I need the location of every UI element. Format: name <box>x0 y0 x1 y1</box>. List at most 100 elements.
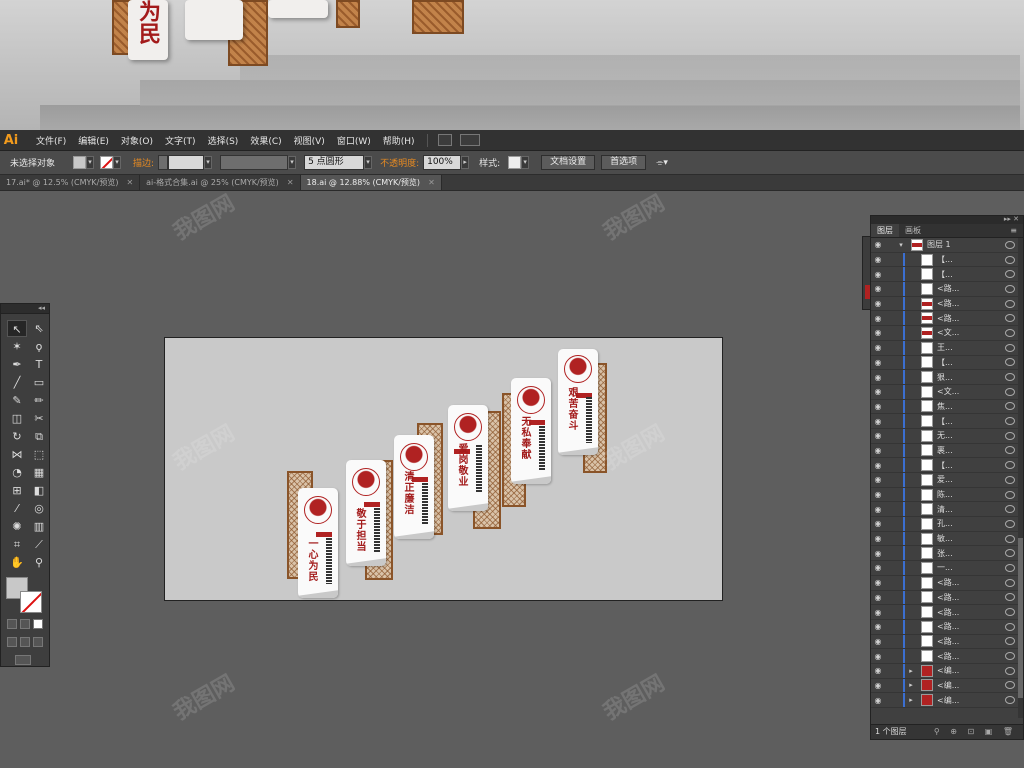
artboard[interactable]: 一心为民 敬于担当 清正廉洁 爱岗敬业 无私奉献 艰苦奋斗 <box>164 337 723 601</box>
expand-arrow-icon[interactable]: ▸ <box>905 667 917 675</box>
document-setup-button[interactable]: 文档设置 <box>541 155 596 170</box>
perspective-grid-tool-icon[interactable]: ▦ <box>29 464 49 481</box>
target-circle-icon[interactable] <box>1005 563 1015 572</box>
panel-collapse-icon[interactable]: ▸▸ ✕ <box>871 216 1023 224</box>
arrange-documents-button[interactable] <box>459 134 480 146</box>
target-circle-icon[interactable] <box>1005 505 1015 514</box>
visibility-eye-icon[interactable]: ◉ <box>871 475 885 484</box>
layer-row[interactable]: ◉ 焦... <box>871 399 1023 415</box>
visibility-eye-icon[interactable]: ◉ <box>871 637 885 646</box>
layer-row[interactable]: ◉ ▸ <编... <box>871 678 1023 694</box>
layer-row[interactable]: ◉ 狠... <box>871 370 1023 385</box>
target-circle-icon[interactable] <box>1005 578 1015 587</box>
blend-tool-icon[interactable]: ◎ <box>29 500 49 517</box>
layer-row[interactable]: ◉ <文... <box>871 326 1023 341</box>
visibility-eye-icon[interactable]: ◉ <box>871 284 885 293</box>
layer-row[interactable]: ◉ <路... <box>871 296 1023 312</box>
panel-collapse-icon[interactable]: ◂◂ <box>1 304 49 314</box>
plaque-3[interactable]: 清正廉洁 <box>394 435 434 539</box>
target-circle-icon[interactable] <box>1005 270 1015 279</box>
opacity-field[interactable]: 100% <box>423 155 462 170</box>
layer-action-icons[interactable]: ⚲ ⊕ ⊡ ▣ 🗑 <box>934 725 1023 739</box>
target-circle-icon[interactable] <box>1005 608 1015 617</box>
stroke-dropdown[interactable]: ▾ <box>113 156 122 169</box>
visibility-eye-icon[interactable]: ◉ <box>871 461 885 470</box>
target-circle-icon[interactable] <box>1005 431 1015 440</box>
gradient-mode-icon[interactable] <box>20 619 30 629</box>
close-icon[interactable]: ✕ <box>287 176 294 190</box>
layer-row[interactable]: ◉ 【... <box>871 414 1023 429</box>
target-circle-icon[interactable] <box>1005 593 1015 602</box>
target-circle-icon[interactable] <box>1005 446 1015 455</box>
draw-behind-icon[interactable] <box>20 637 30 647</box>
brush-dropdown[interactable]: ▾ <box>364 156 373 169</box>
target-circle-icon[interactable] <box>1005 519 1015 528</box>
expand-arrow-icon[interactable]: ▾ <box>895 241 907 249</box>
layer-row[interactable]: ◉ <路... <box>871 575 1023 591</box>
hand-tool-icon[interactable]: ✋ <box>7 554 27 571</box>
target-circle-icon[interactable] <box>1005 373 1015 382</box>
document-tab[interactable]: ai-格式合集.ai @ 25% (CMYK/预览) ✕ <box>140 175 301 190</box>
plaque-4[interactable]: 爱岗敬业 <box>448 405 488 511</box>
none-mode-icon[interactable] <box>33 619 43 629</box>
selection-tool-icon[interactable]: ↖ <box>7 320 27 337</box>
bridge-button[interactable] <box>437 134 452 146</box>
layer-row[interactable]: ◉ ▸ <编... <box>871 693 1023 708</box>
fill-dropdown[interactable]: ▾ <box>86 156 95 169</box>
artboard-tool-icon[interactable]: ⌗ <box>7 536 27 553</box>
tab-artboards[interactable]: 画板 <box>899 224 927 237</box>
visibility-eye-icon[interactable]: ◉ <box>871 681 885 690</box>
rectangle-tool-icon[interactable]: ▭ <box>29 374 49 391</box>
menu-edit[interactable]: 编辑(E) <box>72 134 115 147</box>
column-graph-tool-icon[interactable]: ▥ <box>29 518 49 535</box>
layer-row[interactable]: ◉ ▸ <编... <box>871 663 1023 679</box>
visibility-eye-icon[interactable]: ◉ <box>871 270 885 279</box>
visibility-eye-icon[interactable]: ◉ <box>871 622 885 631</box>
menu-effect[interactable]: 效果(C) <box>244 134 287 147</box>
eyedropper-tool-icon[interactable]: ⁄ <box>7 500 27 517</box>
line-tool-icon[interactable]: ╱ <box>7 374 27 391</box>
close-icon[interactable]: ✕ <box>126 176 133 190</box>
target-circle-icon[interactable] <box>1005 255 1015 264</box>
style-swatch[interactable] <box>508 156 522 169</box>
transform-icon[interactable]: ⌯▾ <box>652 158 672 168</box>
visibility-eye-icon[interactable]: ◉ <box>871 519 885 528</box>
target-circle-icon[interactable] <box>1005 240 1015 249</box>
color-mode-icon[interactable] <box>7 619 17 629</box>
fill-stroke-control[interactable] <box>6 577 49 615</box>
layer-row[interactable]: ◉ 王... <box>871 340 1023 356</box>
layer-row[interactable]: ◉ 无... <box>871 428 1023 444</box>
target-circle-icon[interactable] <box>1005 475 1015 484</box>
plaque-2[interactable]: 敬于担当 <box>346 460 386 566</box>
visibility-eye-icon[interactable]: ◉ <box>871 373 885 382</box>
layer-row[interactable]: ◉ 陈... <box>871 487 1023 503</box>
plaque-6[interactable]: 艰苦奋斗 <box>558 349 598 455</box>
visibility-eye-icon[interactable]: ◉ <box>871 299 885 308</box>
layer-row[interactable]: ◉ 清... <box>871 502 1023 518</box>
free-transform-tool-icon[interactable]: ⬚ <box>29 446 49 463</box>
close-icon[interactable]: ✕ <box>428 176 435 190</box>
stroke-weight-dropdown[interactable]: ▾ <box>204 156 213 169</box>
target-circle-icon[interactable] <box>1005 490 1015 499</box>
layer-row[interactable]: ◉ 敏... <box>871 531 1023 547</box>
target-circle-icon[interactable] <box>1005 417 1015 426</box>
lasso-tool-icon[interactable]: ϙ <box>29 338 49 355</box>
layer-row[interactable]: ◉ 【... <box>871 458 1023 473</box>
layers-scrollbar[interactable] <box>1018 238 1023 718</box>
visibility-eye-icon[interactable]: ◉ <box>871 240 885 249</box>
target-circle-icon[interactable] <box>1005 637 1015 646</box>
preferences-button[interactable]: 首选项 <box>601 155 647 170</box>
style-dropdown[interactable]: ▾ <box>521 156 530 169</box>
expand-arrow-icon[interactable]: ▸ <box>905 696 917 704</box>
layer-row[interactable]: ◉ <路... <box>871 619 1023 635</box>
menu-file[interactable]: 文件(F) <box>30 134 72 147</box>
layer-row[interactable]: ◉ <路... <box>871 311 1023 327</box>
expand-arrow-icon[interactable]: ▸ <box>905 681 917 689</box>
target-circle-icon[interactable] <box>1005 284 1015 293</box>
layer-row[interactable]: ◉ <路... <box>871 634 1023 650</box>
visibility-eye-icon[interactable]: ◉ <box>871 387 885 396</box>
stroke-weight-field[interactable] <box>168 155 205 170</box>
eraser-tool-icon[interactable]: ◫ <box>7 410 27 427</box>
mesh-tool-icon[interactable]: ⊞ <box>7 482 27 499</box>
menu-type[interactable]: 文字(T) <box>159 134 202 147</box>
